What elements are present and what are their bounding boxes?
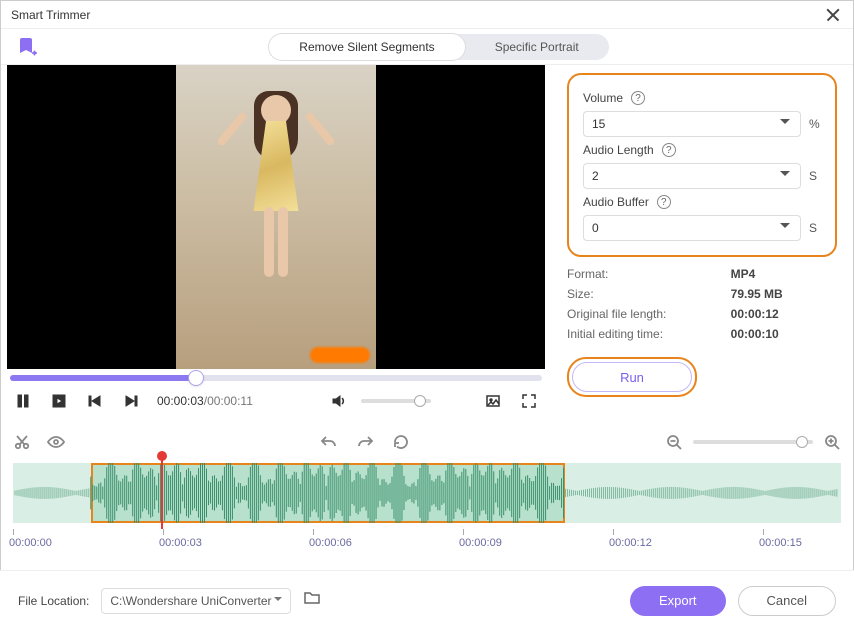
- run-button[interactable]: Run: [572, 362, 692, 392]
- ruler-tick: 00:00:00: [9, 529, 52, 549]
- next-frame-icon[interactable]: [121, 391, 141, 411]
- original-length-value: 00:00:12: [731, 307, 837, 321]
- size-label: Size:: [567, 287, 721, 301]
- ruler-tick: 00:00:03: [159, 529, 202, 549]
- eye-icon[interactable]: [47, 433, 65, 451]
- cut-icon[interactable]: [13, 433, 31, 451]
- snapshot-icon[interactable]: [483, 391, 503, 411]
- volume-label: Volume: [583, 91, 623, 105]
- redo-icon[interactable]: [356, 433, 374, 451]
- app-logo-icon: [15, 35, 39, 59]
- waveform-timeline[interactable]: [13, 463, 841, 523]
- zoom-slider[interactable]: [693, 440, 813, 444]
- fullscreen-icon[interactable]: [519, 391, 539, 411]
- volume-unit: %: [809, 117, 821, 131]
- undo-icon[interactable]: [320, 433, 338, 451]
- audio-length-label: Audio Length: [583, 143, 654, 157]
- duration: 00:00:11: [207, 394, 253, 408]
- playhead[interactable]: [161, 457, 163, 529]
- tab-specific-portrait[interactable]: Specific Portrait: [465, 34, 609, 60]
- size-value: 79.95 MB: [731, 287, 837, 301]
- format-label: Format:: [567, 267, 721, 281]
- pause-icon[interactable]: [13, 391, 33, 411]
- audio-length-unit: S: [809, 169, 821, 183]
- ruler-tick: 00:00:06: [309, 529, 352, 549]
- seek-slider[interactable]: [10, 375, 542, 381]
- volume-slider[interactable]: [361, 399, 431, 403]
- audio-buffer-select[interactable]: 0: [583, 215, 801, 241]
- close-icon[interactable]: [825, 6, 843, 24]
- window-title: Smart Trimmer: [11, 8, 825, 22]
- ruler-tick: 00:00:15: [759, 529, 802, 549]
- ruler-tick: 00:00:09: [459, 529, 502, 549]
- ruler-tick: 00:00:12: [609, 529, 652, 549]
- help-icon[interactable]: ?: [657, 195, 671, 209]
- stop-icon[interactable]: [49, 391, 69, 411]
- audio-buffer-label: Audio Buffer: [583, 195, 649, 209]
- cancel-button[interactable]: Cancel: [738, 586, 836, 616]
- help-icon[interactable]: ?: [631, 91, 645, 105]
- video-preview[interactable]: [7, 65, 545, 369]
- file-location-label: File Location:: [18, 594, 89, 608]
- volume-select[interactable]: 15: [583, 111, 801, 137]
- original-length-label: Original file length:: [567, 307, 721, 321]
- file-location-select[interactable]: C:\Wondershare UniConverter: [101, 588, 291, 614]
- help-icon[interactable]: ?: [662, 143, 676, 157]
- initial-editing-value: 00:00:10: [731, 327, 837, 341]
- zoom-in-icon[interactable]: [823, 433, 841, 451]
- format-value: MP4: [731, 267, 837, 281]
- time-ruler: 00:00:00 00:00:03 00:00:06 00:00:09 00:0…: [13, 529, 841, 549]
- zoom-out-icon[interactable]: [665, 433, 683, 451]
- volume-icon[interactable]: [329, 391, 349, 411]
- audio-length-select[interactable]: 2: [583, 163, 801, 189]
- initial-editing-label: Initial editing time:: [567, 327, 721, 341]
- current-time: 00:00:03: [157, 394, 204, 408]
- tab-remove-silent[interactable]: Remove Silent Segments: [269, 34, 464, 60]
- prev-frame-icon[interactable]: [85, 391, 105, 411]
- folder-icon[interactable]: [303, 589, 321, 612]
- time-display: 00:00:03/00:00:11: [157, 394, 253, 408]
- settings-panel: Volume ? 15 % Audio Length ? 2 S Audio B…: [567, 73, 837, 257]
- audio-buffer-unit: S: [809, 221, 821, 235]
- reset-icon[interactable]: [392, 433, 410, 451]
- export-button[interactable]: Export: [630, 586, 726, 616]
